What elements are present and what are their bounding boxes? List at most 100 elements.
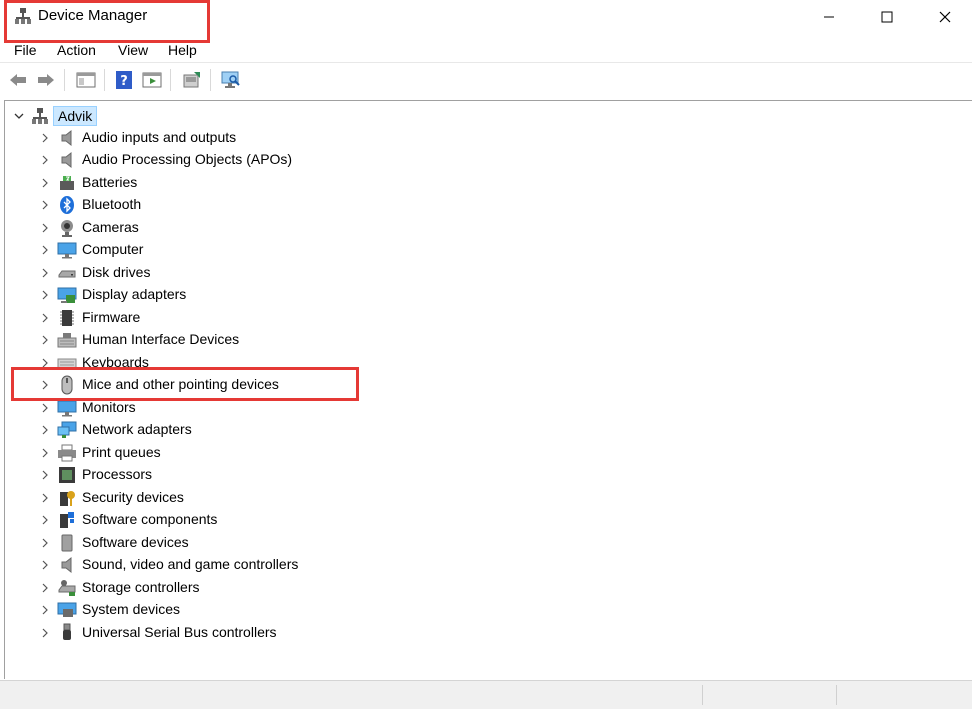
window-title: Device Manager: [38, 7, 148, 24]
chevron-right-icon[interactable]: [38, 287, 52, 303]
usb-icon: [63, 623, 71, 640]
tree-item-keyboards[interactable]: Keyboards: [5, 352, 525, 374]
tree-item-label: System devices: [82, 601, 181, 617]
chevron-right-icon[interactable]: [38, 377, 52, 393]
tree-item-firmware[interactable]: Firmware: [5, 307, 525, 329]
chevron-right-icon[interactable]: [38, 310, 52, 326]
tree-item-system-devices[interactable]: System devices: [5, 599, 525, 621]
chevron-right-icon[interactable]: [38, 512, 52, 528]
speaker-icon: [61, 129, 72, 147]
chevron-right-icon[interactable]: [38, 265, 52, 281]
tree-item-bluetooth[interactable]: Bluetooth: [5, 194, 525, 216]
chevron-right-icon[interactable]: [38, 557, 52, 573]
tree-item-processors[interactable]: Processors: [5, 464, 525, 486]
tree-item-software-devices[interactable]: Software devices: [5, 532, 525, 554]
tree-item-usb-controllers[interactable]: Universal Serial Bus controllers: [5, 622, 525, 644]
maximize-button[interactable]: [858, 0, 916, 34]
back-arrow-icon: [10, 74, 26, 86]
chevron-right-icon[interactable]: [38, 580, 52, 596]
tree-item-audio-inputs-outputs[interactable]: Audio inputs and outputs: [5, 127, 525, 149]
tree-item-computer[interactable]: Computer: [5, 239, 525, 261]
tree-item-security-devices[interactable]: Security devices: [5, 487, 525, 509]
tree-item-mice-pointing-devices[interactable]: Mice and other pointing devices: [5, 374, 525, 396]
close-icon: [939, 11, 951, 23]
chevron-right-icon[interactable]: [38, 490, 52, 506]
toolbar-separator: [64, 69, 65, 91]
chevron-right-icon[interactable]: [38, 535, 52, 551]
status-panel: [702, 685, 703, 705]
chevron-down-icon[interactable]: [11, 108, 27, 124]
tree-item-cameras[interactable]: Cameras: [5, 217, 525, 239]
tree-item-storage-controllers[interactable]: Storage controllers: [5, 577, 525, 599]
back-button[interactable]: [6, 68, 30, 92]
tree-item-network-adapters[interactable]: Network adapters: [5, 419, 525, 441]
tree-item-label: Universal Serial Bus controllers: [82, 624, 277, 640]
chevron-right-icon[interactable]: [38, 422, 52, 438]
tree-item-monitors[interactable]: Monitors: [5, 397, 525, 419]
tree-root-label[interactable]: Advik: [53, 106, 98, 126]
tree-root-computer[interactable]: Advik: [5, 105, 305, 127]
menu-bar: File Action View Help: [0, 38, 972, 62]
tree-item-audio-processing-objects[interactable]: Audio Processing Objects (APOs): [5, 149, 525, 171]
display-adapter-icon: [57, 287, 77, 303]
tree-item-label: Disk drives: [82, 264, 151, 280]
chevron-right-icon[interactable]: [38, 175, 52, 191]
chevron-right-icon[interactable]: [38, 355, 52, 371]
scan-hardware-button[interactable]: [219, 68, 243, 92]
menu-action[interactable]: Action: [57, 42, 96, 58]
chevron-right-icon[interactable]: [38, 602, 52, 618]
close-button[interactable]: [916, 0, 972, 34]
chevron-right-icon[interactable]: [38, 242, 52, 258]
chevron-right-icon[interactable]: [38, 400, 52, 416]
chevron-right-icon[interactable]: [38, 152, 52, 168]
status-panel: [836, 685, 837, 705]
menu-help[interactable]: Help: [168, 42, 197, 58]
tree-item-batteries[interactable]: Batteries: [5, 172, 525, 194]
device-tree[interactable]: Advik Audio inputs and outputs Audio Pro…: [4, 100, 972, 679]
keyboard-icon: [57, 358, 77, 369]
tree-item-label: Software devices: [82, 534, 189, 550]
network-adapter-icon: [57, 421, 77, 438]
chevron-right-icon[interactable]: [38, 625, 52, 641]
tree-item-sound-video-game-controllers[interactable]: Sound, video and game controllers: [5, 554, 525, 576]
software-device-icon: [61, 534, 73, 552]
show-hide-console-tree-button[interactable]: [74, 68, 98, 92]
update-driver-button[interactable]: [180, 68, 204, 92]
svg-text:?: ?: [120, 74, 128, 89]
chevron-right-icon[interactable]: [38, 197, 52, 213]
tree-item-label: Human Interface Devices: [82, 331, 240, 347]
forward-button[interactable]: [34, 68, 58, 92]
tree-item-label: Network adapters: [82, 421, 192, 437]
minimize-button[interactable]: [800, 0, 858, 34]
menu-view[interactable]: View: [118, 42, 148, 58]
tree-item-label: Software components: [82, 511, 218, 527]
help-button[interactable]: ?: [112, 68, 136, 92]
monitor-icon: [57, 242, 77, 259]
tree-item-software-components[interactable]: Software components: [5, 509, 525, 531]
tree-item-label: Keyboards: [82, 354, 149, 370]
battery-icon: [60, 176, 74, 190]
tree-item-human-interface-devices[interactable]: Human Interface Devices: [5, 329, 525, 351]
toolbar-separator: [104, 69, 105, 91]
chevron-right-icon[interactable]: [38, 220, 52, 236]
tree-item-label: Batteries: [82, 174, 138, 190]
speaker-icon: [61, 151, 72, 169]
device-manager-icon: [15, 8, 31, 24]
tree-item-label: Storage controllers: [82, 579, 200, 595]
system-device-icon: [57, 602, 77, 617]
chevron-right-icon[interactable]: [38, 332, 52, 348]
tree-item-display-adapters[interactable]: Display adapters: [5, 284, 525, 306]
chevron-right-icon[interactable]: [38, 130, 52, 146]
chevron-right-icon[interactable]: [38, 467, 52, 483]
tree-item-label: Mice and other pointing devices: [82, 376, 279, 392]
chevron-right-icon[interactable]: [38, 445, 52, 461]
properties-button[interactable]: [140, 68, 164, 92]
mouse-icon: [61, 375, 73, 395]
menu-file[interactable]: File: [14, 42, 37, 58]
bluetooth-icon: [60, 196, 74, 214]
disk-drive-icon: [58, 270, 76, 278]
tree-item-disk-drives[interactable]: Disk drives: [5, 262, 525, 284]
title-bar: Device Manager: [0, 0, 972, 36]
toolbar-separator: [210, 69, 211, 91]
tree-item-print-queues[interactable]: Print queues: [5, 442, 525, 464]
